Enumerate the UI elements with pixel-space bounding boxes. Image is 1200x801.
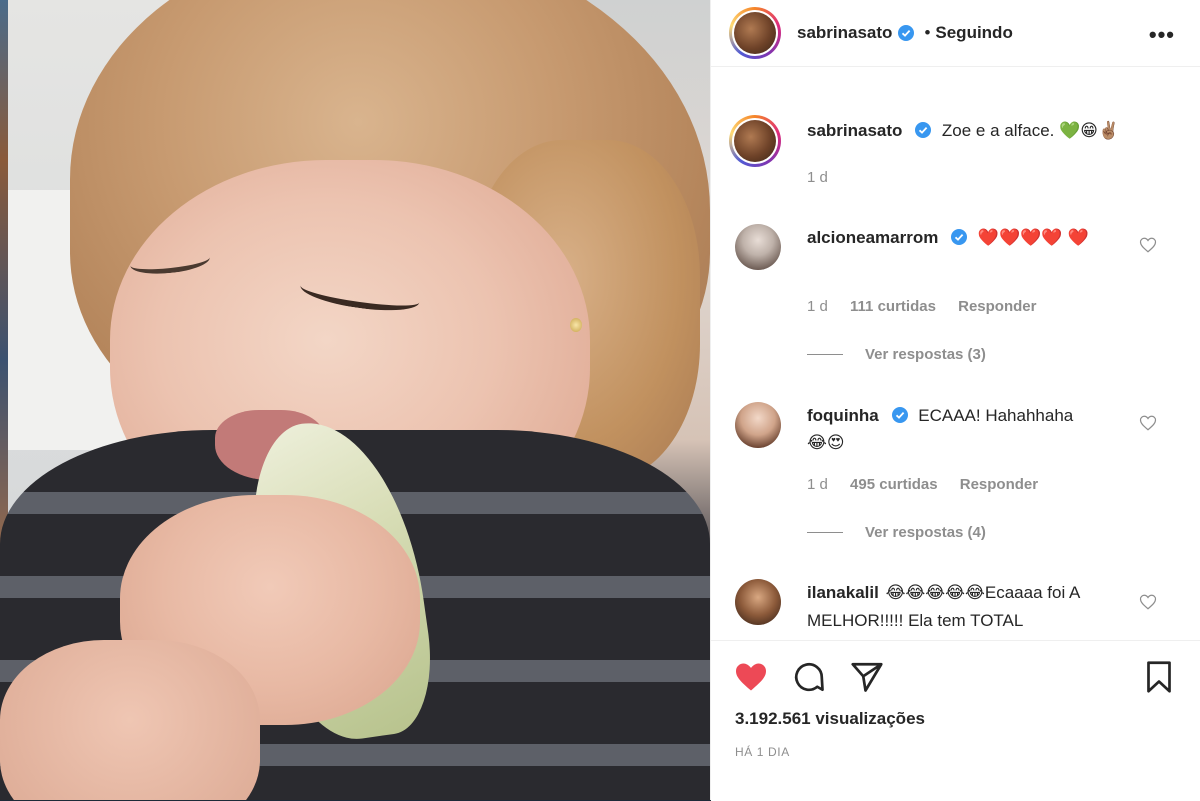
commenter-username[interactable]: foquinha: [807, 406, 879, 425]
comment-emojis: 😂😍: [807, 433, 845, 453]
commenter-username[interactable]: ilanakalil: [807, 583, 879, 602]
caption-username[interactable]: sabrinasato: [807, 121, 902, 140]
view-replies-button[interactable]: Ver respostas (4): [807, 524, 986, 541]
heart-icon[interactable]: [733, 659, 769, 695]
reply-button[interactable]: Responder: [958, 298, 1036, 315]
comments-list[interactable]: sabrinasato Zoe e a alface. 💚😁✌🏽 1 d alc…: [711, 67, 1200, 639]
comment-body: ECAAA! Hahahhaha: [918, 406, 1074, 425]
commenter-avatar[interactable]: [735, 579, 781, 625]
caption-time: 1 d: [807, 169, 828, 186]
separator-dot: •: [924, 23, 931, 42]
comment-time: 1 d: [807, 476, 828, 493]
caption-body: Zoe e a alface.: [941, 121, 1055, 140]
more-options-icon[interactable]: •••: [1149, 22, 1175, 48]
comment-likes[interactable]: 111 curtidas: [850, 298, 936, 315]
caption-text: sabrinasato Zoe e a alface. 💚😁✌🏽: [807, 117, 1167, 145]
comment-emojis: 😂😂😂😂😂: [885, 583, 985, 603]
verified-badge-icon: [951, 229, 968, 245]
post-header: sabrinasato • Seguindo •••: [711, 0, 1200, 67]
like-comment-heart-icon[interactable]: [1139, 236, 1157, 254]
commenter-avatar[interactable]: [735, 224, 781, 270]
share-icon[interactable]: [849, 659, 885, 695]
comment-emojis: ❤️❤️❤️❤️ ❤️: [977, 228, 1090, 248]
post-side-panel: sabrinasato • Seguindo ••• sabrinasato Z…: [710, 0, 1200, 801]
comment-text: ilanakalil 😂😂😂😂😂Ecaaaa foi A MELHOR!!!!!…: [807, 579, 1127, 634]
comment-likes[interactable]: 495 curtidas: [850, 476, 938, 493]
view-replies-button[interactable]: Ver respostas (3): [807, 346, 986, 363]
verified-badge-icon: [898, 25, 915, 41]
verified-badge-icon: [915, 122, 932, 138]
author-username[interactable]: sabrinasato: [797, 23, 892, 43]
comment-meta: 1 d 111 curtidas Responder: [807, 298, 1054, 315]
child-earring: [570, 318, 582, 332]
commenter-avatar[interactable]: [735, 402, 781, 448]
comment-text: alcioneamarrom ❤️❤️❤️❤️ ❤️: [807, 224, 1127, 252]
view-count[interactable]: 3.192.561 visualizações: [735, 709, 925, 729]
commenter-username[interactable]: alcioneamarrom: [807, 228, 938, 247]
comment-icon[interactable]: [791, 659, 827, 695]
caption-emojis: 💚😁✌🏽: [1059, 121, 1120, 141]
following-button[interactable]: Seguindo: [935, 23, 1012, 43]
post-date[interactable]: HÁ 1 DIA: [735, 745, 790, 759]
comment-time: 1 d: [807, 298, 828, 315]
like-comment-heart-icon[interactable]: [1139, 593, 1157, 611]
caption-avatar[interactable]: [729, 115, 781, 167]
post-video[interactable]: [0, 0, 710, 800]
reply-button[interactable]: Responder: [960, 476, 1038, 493]
verified-badge-icon: [891, 407, 908, 423]
bookmark-icon[interactable]: [1141, 659, 1177, 695]
comment-text: foquinha ECAAA! Hahahhaha 😂😍: [807, 402, 1127, 457]
author-avatar[interactable]: [729, 7, 781, 59]
post-actions: 3.192.561 visualizações HÁ 1 DIA: [711, 640, 1200, 801]
like-comment-heart-icon[interactable]: [1139, 414, 1157, 432]
comment-meta: 1 d 495 curtidas Responder: [807, 476, 1056, 493]
child-arm: [0, 640, 260, 800]
